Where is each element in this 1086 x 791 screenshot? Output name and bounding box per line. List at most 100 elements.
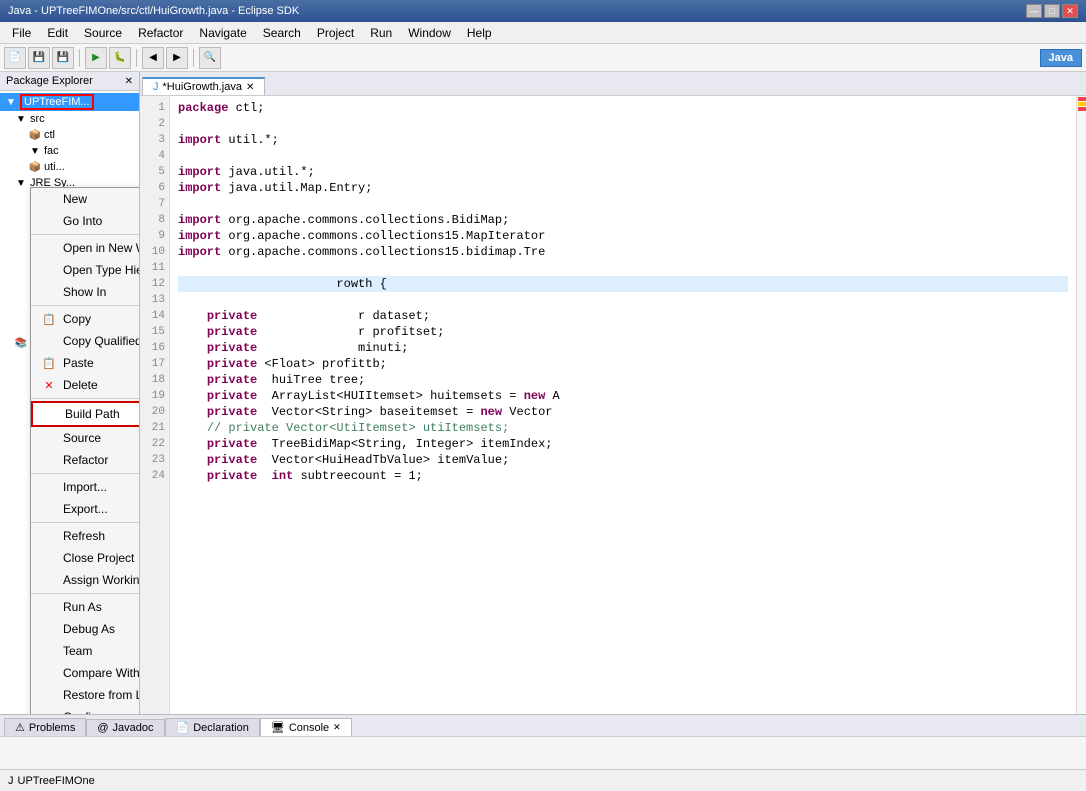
ctx-export[interactable]: Export... (31, 498, 140, 520)
ctx-debug-as[interactable]: Debug As ▶ (31, 618, 140, 640)
error-marker (1078, 97, 1086, 101)
close-button[interactable]: ✕ (1062, 4, 1078, 18)
status-bar: J UPTreeFIMOne (0, 769, 1086, 791)
tab-javadoc[interactable]: @ Javadoc (86, 719, 164, 736)
context-menu: New ▶ Go Into Open in New Window Open Ty… (30, 187, 140, 714)
menu-help[interactable]: Help (459, 24, 500, 42)
editor-tab-huigrowth[interactable]: J *HuiGrowth.java ✕ (142, 77, 265, 95)
line-numbers: 1 2 3 4 5 6 7 8 9 10 11 12 13 14 15 16 1… (140, 96, 170, 714)
ctx-assign-working-sets[interactable]: Assign Working Sets... (31, 569, 140, 591)
left-panel: Package Explorer ✕ ▼ UPTreeFIM... ▼ src … (0, 72, 140, 714)
ctx-configure[interactable]: Configure ▶ (31, 706, 140, 714)
ctx-copy-qualified[interactable]: Copy Qualified Name (31, 330, 140, 352)
export-icon (41, 501, 57, 517)
run-button[interactable]: ▶ (85, 47, 107, 69)
maximize-button[interactable]: □ (1044, 4, 1060, 18)
ctx-sep3 (31, 398, 140, 399)
back-button[interactable]: ◀ (142, 47, 164, 69)
title-text: Java - UPTreeFIMOne/src/ctl/HuiGrowth.ja… (8, 5, 299, 17)
code-area[interactable]: package ctl; import util.*; import java.… (170, 96, 1076, 714)
ctx-open-type-hierarchy[interactable]: Open Type Hierarchy F4 (31, 259, 140, 281)
right-markers (1076, 96, 1086, 714)
menu-window[interactable]: Window (400, 24, 459, 42)
code-line-22: private TreeBidiMap<String, Integer> ite… (178, 436, 1068, 452)
ctx-restore-local[interactable]: Restore from Local History... (31, 684, 140, 706)
ctx-close-project[interactable]: Close Project (31, 547, 140, 569)
ctx-import[interactable]: Import... (31, 476, 140, 498)
bottom-panel: ⚠ Problems @ Javadoc 📄 Declaration 🖥 Con… (0, 714, 1086, 769)
save-all-button[interactable]: 💾 (52, 47, 74, 69)
copy-qual-icon (41, 333, 57, 349)
ctx-show-in[interactable]: Show In Alt+Shift+W ▶ (31, 281, 140, 303)
ctx-delete[interactable]: ✕ Delete Delete (31, 374, 140, 396)
menu-navigate[interactable]: Navigate (191, 24, 254, 42)
debug-button[interactable]: 🐛 (109, 47, 131, 69)
tab-console[interactable]: 🖥 Console ✕ (260, 718, 352, 736)
new-button[interactable]: 📄 (4, 47, 26, 69)
refactor-icon (41, 452, 57, 468)
ctx-build-path[interactable]: Build Path ▶ (31, 401, 140, 427)
console-close-icon[interactable]: ✕ (333, 722, 341, 733)
title-bar-buttons: — □ ✕ (1026, 4, 1078, 18)
menu-edit[interactable]: Edit (39, 24, 76, 42)
ctx-refresh[interactable]: Refresh F5 (31, 525, 140, 547)
type-hier-icon (41, 262, 57, 278)
code-line-24: private int subtreecount = 1; (178, 468, 1068, 484)
project-status-text: UPTreeFIMOne (18, 775, 95, 787)
menu-search[interactable]: Search (255, 24, 309, 42)
forward-button[interactable]: ▶ (166, 47, 188, 69)
main-layout: Package Explorer ✕ ▼ UPTreeFIM... ▼ src … (0, 72, 1086, 714)
ctx-run-as[interactable]: Run As ▶ (31, 596, 140, 618)
ctx-sep5 (31, 522, 140, 523)
console-label: Console (289, 722, 329, 734)
problems-label: Problems (29, 722, 75, 734)
ctx-go-into[interactable]: Go Into (31, 210, 140, 232)
javadoc-icon: @ (97, 722, 108, 734)
paste-icon: 📋 (41, 355, 57, 371)
code-line-4 (178, 148, 1068, 164)
code-line-19: private ArrayList<HUIItemset> huitemsets… (178, 388, 1068, 404)
toolbar-sep2 (136, 49, 137, 67)
debug-as-icon (41, 621, 57, 637)
ctx-new[interactable]: New ▶ (31, 188, 140, 210)
tab-close-icon[interactable]: ✕ (246, 82, 254, 93)
code-line-9: import org.apache.commons.collections15.… (178, 228, 1068, 244)
code-line-7 (178, 196, 1068, 212)
ctx-copy[interactable]: 📋 Copy Ctrl+C (31, 308, 140, 330)
code-line-10: import org.apache.commons.collections15.… (178, 244, 1068, 260)
import-icon (41, 479, 57, 495)
tab-declaration[interactable]: 📄 Declaration (165, 718, 260, 736)
code-line-5: import java.util.*; (178, 164, 1068, 180)
ctx-paste[interactable]: 📋 Paste Ctrl+V (31, 352, 140, 374)
code-line-15: private r profitset; (178, 324, 1068, 340)
menu-source[interactable]: Source (76, 24, 130, 42)
menu-file[interactable]: File (4, 24, 39, 42)
ctx-open-new-window[interactable]: Open in New Window (31, 237, 140, 259)
ctx-team[interactable]: Team ▶ (31, 640, 140, 662)
code-line-17: private <Float> profittb; (178, 356, 1068, 372)
code-line-23: private Vector<HuiHeadTbValue> itemValue… (178, 452, 1068, 468)
menu-refactor[interactable]: Refactor (130, 24, 191, 42)
right-panel: J *HuiGrowth.java ✕ 1 2 3 4 5 6 7 8 9 10… (140, 72, 1086, 714)
code-line-12: rowth { (178, 276, 1068, 292)
warning-marker (1078, 102, 1086, 106)
tab-label: *HuiGrowth.java (163, 81, 242, 93)
menu-project[interactable]: Project (309, 24, 362, 42)
context-menu-overlay: New ▶ Go Into Open in New Window Open Ty… (0, 72, 139, 714)
restore-icon (41, 687, 57, 703)
show-in-icon (41, 284, 57, 300)
ctx-sep4 (31, 473, 140, 474)
tab-problems[interactable]: ⚠ Problems (4, 718, 86, 736)
ctx-source[interactable]: Source Alt+Shift+S ▶ (31, 427, 140, 449)
console-icon: 🖥 (271, 721, 285, 734)
search-button[interactable]: 🔍 (199, 47, 221, 69)
code-line-14: private r dataset; (178, 308, 1068, 324)
java-perspective-label[interactable]: Java (1040, 49, 1082, 67)
menu-run[interactable]: Run (362, 24, 400, 42)
ctx-refactor[interactable]: Refactor Alt+Shift+T ▶ (31, 449, 140, 471)
minimize-button[interactable]: — (1026, 4, 1042, 18)
problems-icon: ⚠ (15, 721, 25, 734)
save-button[interactable]: 💾 (28, 47, 50, 69)
open-new-win-icon (41, 240, 57, 256)
ctx-compare-with[interactable]: Compare With ▶ (31, 662, 140, 684)
